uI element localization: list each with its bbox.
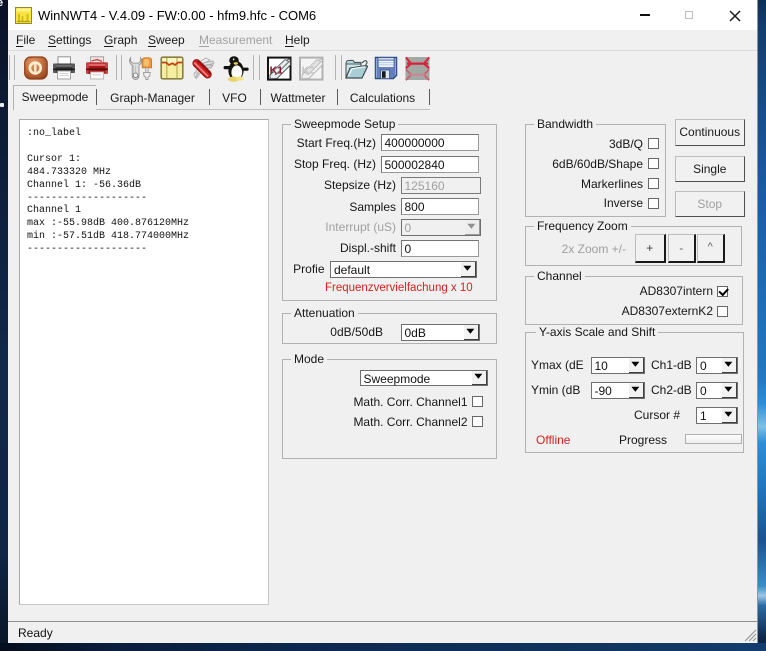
svg-text:K2: K2: [302, 64, 316, 76]
svg-text:K1: K1: [270, 64, 284, 76]
